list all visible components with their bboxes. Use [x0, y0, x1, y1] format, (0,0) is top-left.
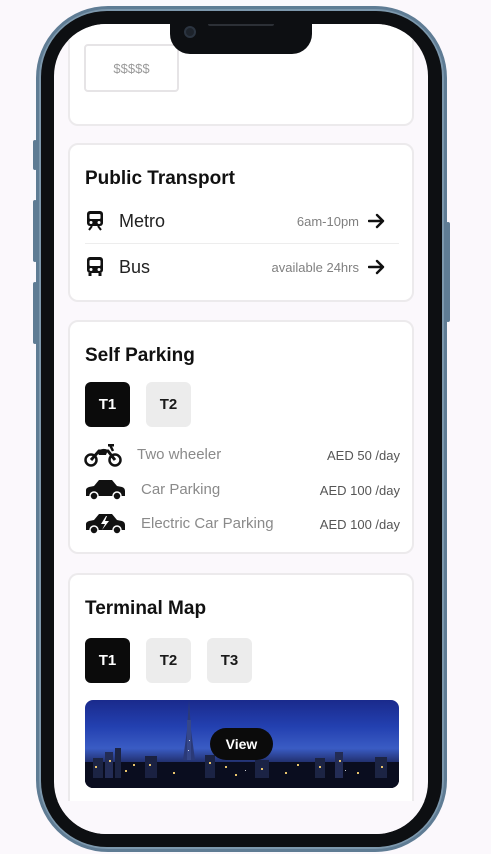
phone-side-button — [33, 140, 37, 170]
metro-icon — [85, 210, 105, 232]
parking-label: Car Parking — [141, 481, 221, 498]
terminal-map-card: Terminal Map T1 T2 T3 View — [68, 573, 414, 813]
speaker-grille — [208, 24, 274, 26]
parking-label: Electric Car Parking — [141, 515, 274, 532]
parking-price: AED 50 /day — [327, 448, 400, 463]
transport-row-bus[interactable]: Bus available 24hrs — [85, 255, 399, 279]
parking-price: AED 100 /day — [319, 517, 400, 532]
divider — [85, 243, 399, 244]
parking-row-two-wheeler[interactable]: Two wheeler AED 50 /day — [84, 442, 400, 468]
map-terminal-t2-button[interactable]: T2 — [146, 638, 191, 683]
public-transport-title: Public Transport — [85, 168, 235, 189]
phone-screen: $$$$$ Public Transport Metro 6am-10pm Bu… — [54, 24, 428, 834]
transport-row-metro[interactable]: Metro 6am-10pm — [85, 209, 399, 233]
terminal-map-image[interactable]: View — [85, 700, 399, 788]
transport-info: available 24hrs — [271, 259, 359, 275]
bottom-safe-area — [54, 801, 428, 834]
parking-terminal-t1-button[interactable]: T1 — [85, 382, 130, 427]
parking-label: Two wheeler — [137, 446, 222, 463]
transport-label: Bus — [119, 256, 151, 277]
parking-price: AED 100 /day — [319, 483, 400, 498]
parking-row-electric-car[interactable]: Electric Car Parking AED 100 /day — [84, 511, 400, 537]
map-terminal-t1-button[interactable]: T1 — [85, 638, 130, 683]
public-transport-card: Public Transport Metro 6am-10pm Bus avai… — [68, 143, 414, 302]
phone-volume-up-button — [33, 200, 37, 262]
self-parking-card: Self Parking T1 T2 Two wheeler AED 50 /d… — [68, 320, 414, 554]
car-icon — [84, 477, 126, 503]
view-map-button[interactable]: View — [210, 728, 273, 760]
transport-label: Metro — [119, 210, 166, 231]
camera-icon — [184, 26, 196, 38]
phone-volume-down-button — [33, 282, 37, 344]
arrow-right-icon[interactable] — [367, 255, 387, 279]
bus-icon — [85, 256, 105, 278]
phone-power-button — [446, 222, 450, 322]
parking-terminal-t2-button[interactable]: T2 — [146, 382, 191, 427]
terminal-map-title: Terminal Map — [85, 598, 207, 619]
price-chip[interactable]: $$$$$ — [84, 44, 179, 92]
arrow-right-icon[interactable] — [367, 209, 387, 233]
notch — [170, 24, 312, 54]
map-terminal-t3-button[interactable]: T3 — [207, 638, 252, 683]
transport-info: 6am-10pm — [296, 213, 359, 229]
self-parking-title: Self Parking — [85, 345, 195, 366]
parking-row-car[interactable]: Car Parking AED 100 /day — [84, 477, 400, 503]
electric-car-icon — [84, 511, 126, 537]
motorcycle-icon — [84, 442, 126, 468]
